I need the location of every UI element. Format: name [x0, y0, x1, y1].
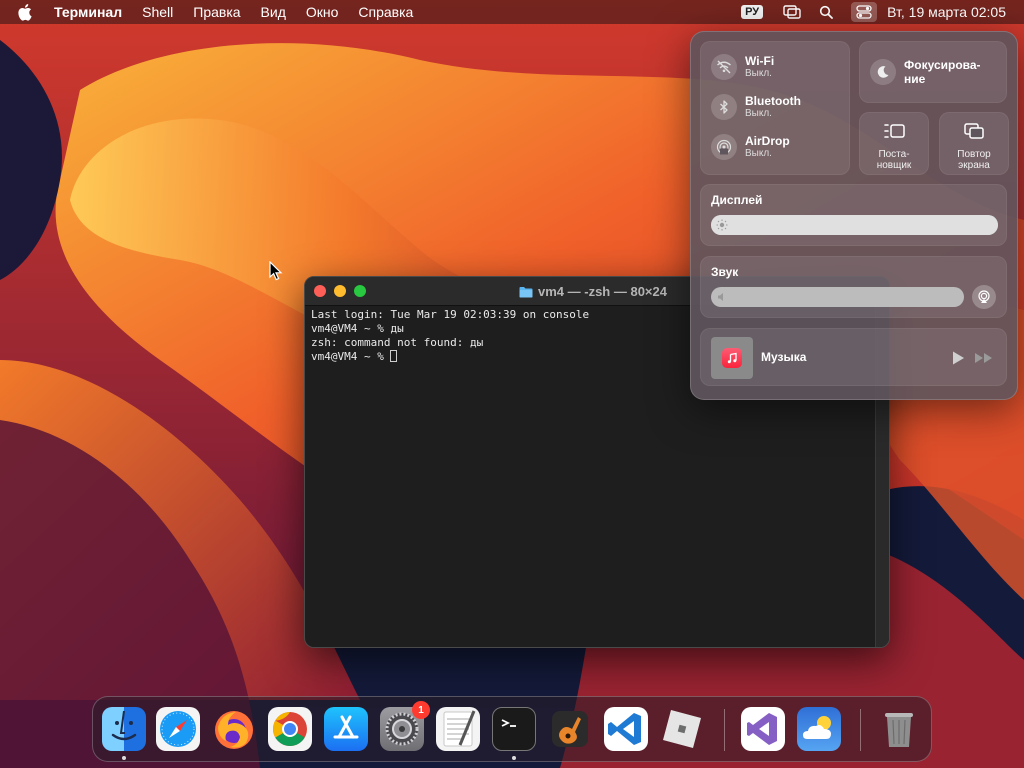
menu-edit[interactable]: Правка	[193, 4, 240, 20]
focus-label: Фокусирова- ние	[904, 58, 981, 86]
visual-studio-icon[interactable]	[741, 707, 785, 751]
garageband-icon[interactable]	[548, 707, 592, 751]
menu-view[interactable]: Вид	[261, 4, 286, 20]
system-settings-icon[interactable]: 1	[380, 701, 430, 751]
menu-bar-extras: РУ Вт, 19 марта 02:05	[741, 0, 1006, 24]
sound-tile: Звук	[700, 256, 1007, 318]
fast-forward-icon[interactable]	[974, 350, 994, 366]
album-artwork	[711, 337, 753, 379]
running-indicator	[512, 756, 516, 760]
menu-bar: Терминал Shell Правка Вид Окно Справка Р…	[0, 0, 1024, 24]
input-language-indicator[interactable]: РУ	[741, 5, 764, 19]
dock-separator	[724, 709, 725, 751]
volume-slider[interactable]	[711, 287, 964, 307]
weather-icon[interactable]	[797, 707, 841, 751]
menu-help[interactable]: Справка	[358, 4, 413, 20]
brightness-slider-fill	[711, 215, 998, 235]
stage-manager-label: Поста- новщик	[876, 149, 912, 171]
control-center-panel: Wi-Fi Выкл. Bluetooth Выкл. AirDrop Выкл…	[690, 31, 1018, 400]
display-tile: Дисплей	[700, 184, 1007, 246]
sun-icon	[716, 219, 728, 231]
screen-mirroring-icon	[964, 123, 984, 139]
screen-mirroring-icon[interactable]	[783, 3, 801, 21]
terminal-title-text: vm4 — -zsh — 80×24	[538, 284, 667, 299]
zoom-window-button[interactable]	[354, 285, 366, 297]
window-controls	[314, 285, 366, 297]
music-app-icon	[722, 348, 742, 368]
terminal-prompt: vm4@VM4 ~ %	[311, 350, 391, 363]
speaker-icon	[718, 293, 723, 301]
brightness-slider[interactable]	[711, 215, 998, 235]
running-indicator	[122, 756, 126, 760]
airdrop-icon[interactable]	[711, 134, 737, 160]
menu-app-name[interactable]: Терминал	[54, 4, 122, 20]
folder-icon	[519, 286, 533, 297]
apple-menu-icon[interactable]	[18, 3, 34, 21]
minimize-window-button[interactable]	[334, 285, 346, 297]
menu-shell[interactable]: Shell	[142, 4, 173, 20]
airdrop-toggle[interactable]: AirDrop Выкл.	[711, 134, 790, 160]
trash-icon[interactable]	[877, 707, 921, 751]
bluetooth-status: Выкл.	[745, 108, 772, 119]
firefox-icon[interactable]	[212, 707, 256, 751]
play-icon[interactable]	[950, 350, 966, 366]
now-playing-label: Музыка	[761, 350, 807, 364]
screen-mirroring-label: Повтор экрана	[957, 149, 991, 171]
stage-manager-icon	[884, 124, 905, 138]
wifi-toggle[interactable]: Wi-Fi Выкл.	[711, 54, 774, 80]
display-title: Дисплей	[711, 193, 763, 207]
textedit-icon[interactable]	[436, 707, 480, 751]
screen-mirroring-tile[interactable]: Повтор экрана	[939, 112, 1009, 175]
vscode-icon[interactable]	[604, 707, 648, 751]
menu-window[interactable]: Окно	[306, 4, 339, 20]
airdrop-status: Выкл.	[745, 148, 772, 159]
wifi-label: Wi-Fi	[745, 54, 775, 68]
bluetooth-icon[interactable]	[711, 94, 737, 120]
airplay-audio-icon[interactable]	[972, 285, 996, 309]
menu-bar-clock[interactable]: Вт, 19 марта 02:05	[887, 4, 1006, 20]
airdrop-label: AirDrop	[745, 134, 790, 148]
notification-badge: 1	[412, 701, 430, 719]
mouse-pointer-icon	[269, 261, 283, 281]
now-playing-tile[interactable]: Музыка	[700, 328, 1007, 386]
dock: 1	[92, 696, 932, 762]
roblox-icon[interactable]	[660, 707, 704, 751]
close-window-button[interactable]	[314, 285, 326, 297]
terminal-app-icon[interactable]	[492, 707, 536, 751]
connectivity-tile: Wi-Fi Выкл. Bluetooth Выкл. AirDrop Выкл…	[700, 41, 850, 175]
app-store-icon[interactable]	[324, 707, 368, 751]
bluetooth-toggle[interactable]: Bluetooth Выкл.	[711, 94, 801, 120]
dock-separator	[860, 709, 861, 751]
bluetooth-label: Bluetooth	[745, 94, 801, 108]
finder-icon[interactable]	[102, 707, 146, 751]
stage-manager-tile[interactable]: Поста- новщик	[859, 112, 929, 175]
moon-icon	[870, 59, 896, 85]
control-center-icon[interactable]	[851, 2, 878, 22]
terminal-window-title: vm4 — -zsh — 80×24	[519, 284, 667, 299]
wifi-status: Выкл.	[745, 68, 772, 79]
sound-title: Звук	[711, 265, 739, 279]
safari-icon[interactable]	[156, 707, 200, 751]
wifi-off-icon[interactable]	[711, 54, 737, 80]
chrome-icon[interactable]	[268, 707, 312, 751]
focus-tile[interactable]: Фокусирова- ние	[859, 41, 1007, 103]
spotlight-search-icon[interactable]	[817, 3, 835, 21]
text-cursor	[390, 350, 398, 362]
